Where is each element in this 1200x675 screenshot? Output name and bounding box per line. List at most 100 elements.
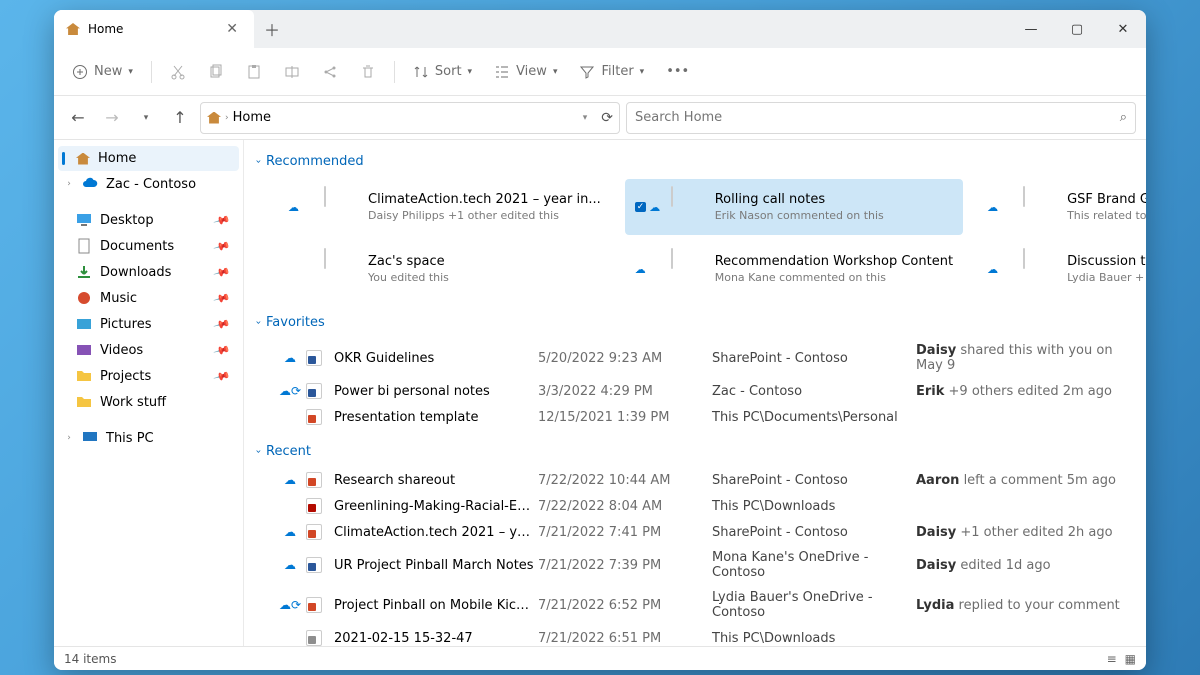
list-row[interactable]: ☁⟳Project Pinball on Mobile KickOff7/21/… bbox=[278, 585, 1130, 625]
sort-button[interactable]: Sort▾ bbox=[405, 58, 480, 86]
recommended-card[interactable]: Zac's spaceYou edited this bbox=[278, 241, 611, 297]
file-location: SharePoint - Contoso bbox=[712, 351, 912, 366]
close-button[interactable]: ✕ bbox=[1100, 10, 1146, 48]
minimize-button[interactable]: — bbox=[1008, 10, 1054, 48]
checkbox-icon: ✓ bbox=[635, 202, 647, 212]
file-type-icon bbox=[324, 248, 326, 269]
sidebar-item-pictures[interactable]: Pictures📌 bbox=[58, 311, 239, 337]
list-row[interactable]: Greenlining-Making-Racial-Equity-Rea...7… bbox=[278, 493, 1130, 519]
statusbar: 14 items ≡ ▦ bbox=[54, 646, 1146, 670]
expand-icon[interactable]: › bbox=[64, 179, 74, 189]
file-activity: Daisy shared this with you on May 9 bbox=[916, 343, 1130, 373]
up-button[interactable]: ↑ bbox=[166, 104, 194, 132]
sidebar-item-documents[interactable]: Documents📌 bbox=[58, 233, 239, 259]
thumbnails-view-toggle[interactable]: ▦ bbox=[1125, 652, 1136, 666]
list-row[interactable]: Presentation template12/15/2021 1:39 PMT… bbox=[278, 404, 1130, 430]
cloud-icon: ☁ bbox=[278, 558, 302, 572]
recent-locations-button[interactable]: ▾ bbox=[132, 104, 160, 132]
recommended-card[interactable]: ☁GSF Brand Guideline v01This related to … bbox=[977, 179, 1146, 235]
file-type-icon bbox=[306, 383, 322, 399]
recommended-card[interactable]: ☁Discussion topics 1Lydia Bauer + 5 othe… bbox=[977, 241, 1146, 297]
file-time: 3/3/2022 4:29 PM bbox=[538, 384, 708, 399]
sidebar-item-videos[interactable]: Videos📌 bbox=[58, 337, 239, 363]
search-input[interactable] bbox=[635, 110, 1120, 125]
plus-circle-icon bbox=[72, 64, 88, 80]
filter-icon bbox=[579, 64, 595, 80]
close-tab-icon[interactable]: ✕ bbox=[222, 21, 242, 37]
cloud-icon bbox=[82, 176, 98, 192]
status-icons: ☁ bbox=[288, 201, 314, 214]
file-location: Zac - Contoso bbox=[712, 384, 912, 399]
titlebar: Home ✕ ＋ — ▢ ✕ bbox=[54, 10, 1146, 48]
delete-button[interactable] bbox=[352, 58, 384, 86]
file-name: 2021-02-15 15-32-47 bbox=[334, 631, 534, 646]
file-time: 12/15/2021 1:39 PM bbox=[538, 410, 708, 425]
view-button[interactable]: View▾ bbox=[486, 58, 565, 86]
section-favorites[interactable]: ›Favorites bbox=[248, 309, 1138, 336]
details-view-toggle[interactable]: ≡ bbox=[1107, 652, 1117, 666]
downloads-icon bbox=[76, 264, 92, 280]
copy-button[interactable] bbox=[200, 58, 232, 86]
status-item-count: 14 items bbox=[64, 652, 116, 666]
file-name: ClimateAction.tech 2021 – year in review bbox=[334, 525, 534, 540]
recommended-card[interactable]: ☁Recommendation Workshop ContentMona Kan… bbox=[625, 241, 963, 297]
list-row[interactable]: ☁UR Project Pinball March Notes7/21/2022… bbox=[278, 545, 1130, 585]
file-name: Greenlining-Making-Racial-Equity-Rea... bbox=[334, 499, 534, 514]
new-tab-button[interactable]: ＋ bbox=[254, 10, 290, 48]
status-icons: ☁ bbox=[635, 263, 661, 276]
home-icon bbox=[66, 23, 80, 35]
sidebar-item-onedrive[interactable]: › Zac - Contoso bbox=[58, 171, 239, 197]
videos-icon bbox=[76, 342, 92, 358]
desktop-icon bbox=[76, 212, 92, 228]
history-chevron-icon[interactable]: ▾ bbox=[583, 113, 588, 123]
cloud-icon: ☁⟳ bbox=[278, 598, 302, 612]
file-time: 7/22/2022 10:44 AM bbox=[538, 473, 708, 488]
file-type-icon bbox=[324, 186, 326, 207]
list-row[interactable]: ☁ ClimateAction.tech 2021 – year in revie… bbox=[278, 519, 1130, 545]
breadcrumb-root[interactable]: Home bbox=[233, 110, 271, 125]
share-icon bbox=[322, 64, 338, 80]
tab-home[interactable]: Home ✕ bbox=[54, 10, 254, 48]
cloud-icon: ☁ bbox=[278, 525, 302, 539]
sidebar-item-music[interactable]: Music📌 bbox=[58, 285, 239, 311]
sidebar-item-projects[interactable]: Projects📌 bbox=[58, 363, 239, 389]
section-recommended[interactable]: ›Recommended bbox=[248, 148, 1138, 175]
sidebar-item-desktop[interactable]: Desktop📌 bbox=[58, 207, 239, 233]
forward-button[interactable]: → bbox=[98, 104, 126, 132]
more-button[interactable]: ••• bbox=[658, 58, 697, 85]
cut-button[interactable] bbox=[162, 58, 194, 86]
refresh-button[interactable]: ⟳ bbox=[601, 110, 613, 126]
sidebar-item-workstuff[interactable]: Work stuff bbox=[58, 389, 239, 415]
list-row[interactable]: ☁Research shareout7/22/2022 10:44 AMShar… bbox=[278, 467, 1130, 493]
paste-button[interactable] bbox=[238, 58, 270, 86]
documents-icon bbox=[76, 238, 92, 254]
sidebar-item-thispc[interactable]: › This PC bbox=[58, 425, 239, 451]
filter-button[interactable]: Filter▾ bbox=[571, 58, 652, 86]
recommended-card[interactable]: ✓☁Rolling call notesErik Nason commented… bbox=[625, 179, 963, 235]
list-row[interactable]: 2021-02-15 15-32-477/21/2022 6:51 PMThis… bbox=[278, 625, 1130, 646]
file-name: UR Project Pinball March Notes bbox=[334, 558, 534, 573]
rename-button[interactable] bbox=[276, 58, 308, 86]
list-row[interactable]: ☁⟳Power bi personal notes3/3/2022 4:29 P… bbox=[278, 378, 1130, 404]
back-button[interactable]: ← bbox=[64, 104, 92, 132]
sidebar-item-home[interactable]: Home bbox=[58, 146, 239, 171]
maximize-button[interactable]: ▢ bbox=[1054, 10, 1100, 48]
expand-icon[interactable]: › bbox=[64, 433, 74, 443]
file-name: Zac's space bbox=[368, 254, 449, 269]
file-name: Power bi personal notes bbox=[334, 384, 534, 399]
file-activity: Erik +9 others edited 2m ago bbox=[916, 384, 1130, 399]
new-button[interactable]: New ▾ bbox=[64, 58, 141, 86]
file-time: 7/21/2022 7:41 PM bbox=[538, 525, 708, 540]
breadcrumb[interactable]: › Home ▾ ⟳ bbox=[200, 102, 620, 134]
recommended-card[interactable]: ☁ClimateAction.tech 2021 – year in...Dai… bbox=[278, 179, 611, 235]
search-box[interactable]: ⌕ bbox=[626, 102, 1136, 134]
share-button[interactable] bbox=[314, 58, 346, 86]
sidebar-item-downloads[interactable]: Downloads📌 bbox=[58, 259, 239, 285]
file-location: This PC\Documents\Personal bbox=[712, 410, 912, 425]
list-row[interactable]: ☁OKR Guidelines5/20/2022 9:23 AMSharePoi… bbox=[278, 338, 1130, 378]
section-recent[interactable]: ›Recent bbox=[248, 438, 1138, 465]
file-type-icon bbox=[306, 557, 322, 573]
explorer-window: Home ✕ ＋ — ▢ ✕ New ▾ Sort▾ View▾ bbox=[54, 10, 1146, 670]
home-icon bbox=[76, 153, 90, 165]
cloud-icon: ☁ bbox=[288, 201, 299, 214]
